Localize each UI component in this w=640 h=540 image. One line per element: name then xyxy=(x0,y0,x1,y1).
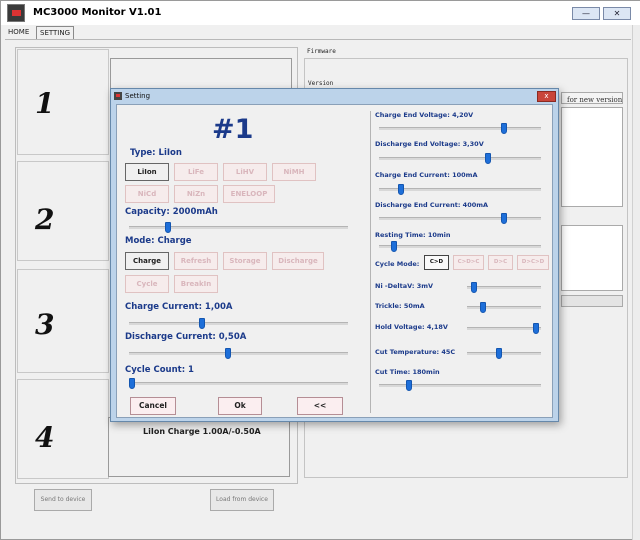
ni-deltav-slider[interactable] xyxy=(471,282,478,293)
mode-option-discharge[interactable]: Discharge xyxy=(272,252,324,270)
capacity-label: Capacity: 2000mAh xyxy=(125,207,218,217)
cancel-button[interactable]: Cancel xyxy=(130,397,176,415)
dialog-body: #1 Type: LiIon LiIon LiFe LiHV NiMH NiCd… xyxy=(116,104,553,418)
charge-current-track xyxy=(129,322,348,325)
mode-option-refresh[interactable]: Refresh xyxy=(174,252,218,270)
charge-end-voltage-label: Charge End Voltage: 4,20V xyxy=(375,111,474,119)
type-option-nimh[interactable]: NiMH xyxy=(272,163,316,181)
charge-end-voltage-track xyxy=(379,127,541,130)
title-bar: MC3000 Monitor V1.01 — ✕ xyxy=(1,1,640,25)
load-from-device-button[interactable]: Load from device xyxy=(210,489,274,511)
slot-2-box xyxy=(17,161,109,261)
mode-option-charge[interactable]: Charge xyxy=(125,252,169,270)
window-title: MC3000 Monitor V1.01 xyxy=(33,7,162,18)
cycle-count-track xyxy=(129,382,348,385)
type-option-lihv[interactable]: LiHV xyxy=(223,163,267,181)
slot-4-number: 4 xyxy=(35,421,55,454)
app-icon xyxy=(7,4,25,22)
for-new-version-text: for new version xyxy=(567,96,623,104)
type-option-life[interactable]: LiFe xyxy=(174,163,218,181)
ok-button[interactable]: Ok xyxy=(218,397,262,415)
type-option-nicd[interactable]: NiCd xyxy=(125,185,169,203)
resting-time-slider[interactable] xyxy=(391,241,398,252)
vertical-scrollbar[interactable] xyxy=(632,25,640,540)
discharge-current-track xyxy=(129,352,348,355)
type-option-eneloop[interactable]: ENELOOP xyxy=(223,185,275,203)
slot-4-status: LiIon Charge 1.00A/-0.50A xyxy=(143,427,261,436)
hold-voltage-track xyxy=(467,327,541,330)
slot-2-number: 2 xyxy=(35,203,55,236)
tab-home[interactable]: HOME xyxy=(5,26,32,40)
cut-time-track xyxy=(379,384,541,387)
cycle-mode-option-c-d[interactable]: C>D xyxy=(424,255,449,270)
hold-voltage-label: Hold Voltage: 4,18V xyxy=(375,323,448,331)
cycle-mode-label: Cycle Mode: xyxy=(375,260,420,268)
discharge-current-label: Discharge Current: 0,50A xyxy=(125,332,247,342)
dialog-title-bar: Setting x xyxy=(111,89,558,104)
tab-divider xyxy=(5,39,631,40)
tab-setting[interactable]: SETTING xyxy=(36,26,75,40)
discharge-end-voltage-label: Discharge End Voltage: 3,30V xyxy=(375,140,484,148)
charge-end-current-label: Charge End Current: 100mA xyxy=(375,171,478,179)
discharge-current-slider[interactable] xyxy=(224,348,231,359)
discharge-end-current-slider[interactable] xyxy=(500,213,507,224)
slot-3-number: 3 xyxy=(35,308,55,341)
trickle-track xyxy=(467,306,541,309)
discharge-end-voltage-slider[interactable] xyxy=(485,153,492,164)
mode-label: Mode: Charge xyxy=(125,236,192,246)
trickle-label: Trickle: 50mA xyxy=(375,302,425,310)
progress-bar xyxy=(561,295,623,307)
cycle-count-slider[interactable] xyxy=(129,378,135,389)
slot-4-box xyxy=(17,379,109,479)
dialog-title: Setting xyxy=(125,92,151,100)
ni-deltav-track xyxy=(467,286,541,289)
charge-end-current-slider[interactable] xyxy=(397,184,404,195)
dialog-close-icon[interactable]: x xyxy=(537,91,556,102)
slot-number-title: #1 xyxy=(212,114,254,145)
dialog-divider xyxy=(370,111,371,413)
capacity-track xyxy=(129,226,348,229)
firmware-label: Firmware xyxy=(307,48,336,55)
discharge-end-current-label: Discharge End Current: 400mA xyxy=(375,201,489,209)
charge-current-label: Charge Current: 1,00A xyxy=(125,302,233,312)
type-option-nizn[interactable]: NiZn xyxy=(174,185,218,203)
charge-current-slider[interactable] xyxy=(199,318,206,329)
send-to-device-button[interactable]: Send to device xyxy=(34,489,92,511)
log-box xyxy=(561,225,623,291)
cut-time-label: Cut Time: 180min xyxy=(375,368,440,376)
version-label: Version xyxy=(308,80,334,87)
hold-voltage-slider[interactable] xyxy=(532,323,539,334)
mode-option-cycle[interactable]: Cycle xyxy=(125,275,169,293)
capacity-slider[interactable] xyxy=(165,222,172,233)
slot-4-display xyxy=(108,417,290,477)
cut-time-slider[interactable] xyxy=(405,380,412,391)
minimize-icon[interactable]: — xyxy=(572,7,600,20)
back-button[interactable]: << xyxy=(297,397,343,415)
cut-temperature-label: Cut Temperature: 45C xyxy=(375,348,456,356)
ni-deltav-label: Ni -DeltaV: 3mV xyxy=(375,282,434,290)
mode-option-breakin[interactable]: BreakIn xyxy=(174,275,218,293)
mode-option-storage[interactable]: Storage xyxy=(223,252,267,270)
close-icon[interactable]: ✕ xyxy=(603,7,631,20)
cycle-count-label: Cycle Count: 1 xyxy=(125,365,194,375)
setting-dialog: Setting x #1 Type: LiIon LiIon LiFe LiHV… xyxy=(110,88,559,422)
version-notes-box xyxy=(561,107,623,207)
slot-1-box xyxy=(17,49,109,155)
slot-3-box xyxy=(17,269,109,373)
cut-temperature-track xyxy=(467,352,541,355)
cycle-mode-option-c-d-c[interactable]: C>D>C xyxy=(453,255,484,270)
type-option-liion[interactable]: LiIon xyxy=(125,163,169,181)
resting-time-label: Resting Time: 10min xyxy=(375,231,451,239)
trickle-slider[interactable] xyxy=(479,302,486,313)
resting-time-track xyxy=(379,245,541,248)
slot-1-number: 1 xyxy=(35,87,55,120)
discharge-end-voltage-track xyxy=(379,157,541,160)
cycle-mode-option-d-c-d[interactable]: D>C>D xyxy=(517,255,549,270)
dialog-app-icon xyxy=(114,92,122,100)
cut-temperature-slider[interactable] xyxy=(495,348,502,359)
cycle-mode-option-d-c[interactable]: D>C xyxy=(488,255,513,270)
charge-end-voltage-slider[interactable] xyxy=(500,123,507,134)
discharge-end-current-track xyxy=(379,217,541,220)
type-label: Type: LiIon xyxy=(130,148,182,158)
